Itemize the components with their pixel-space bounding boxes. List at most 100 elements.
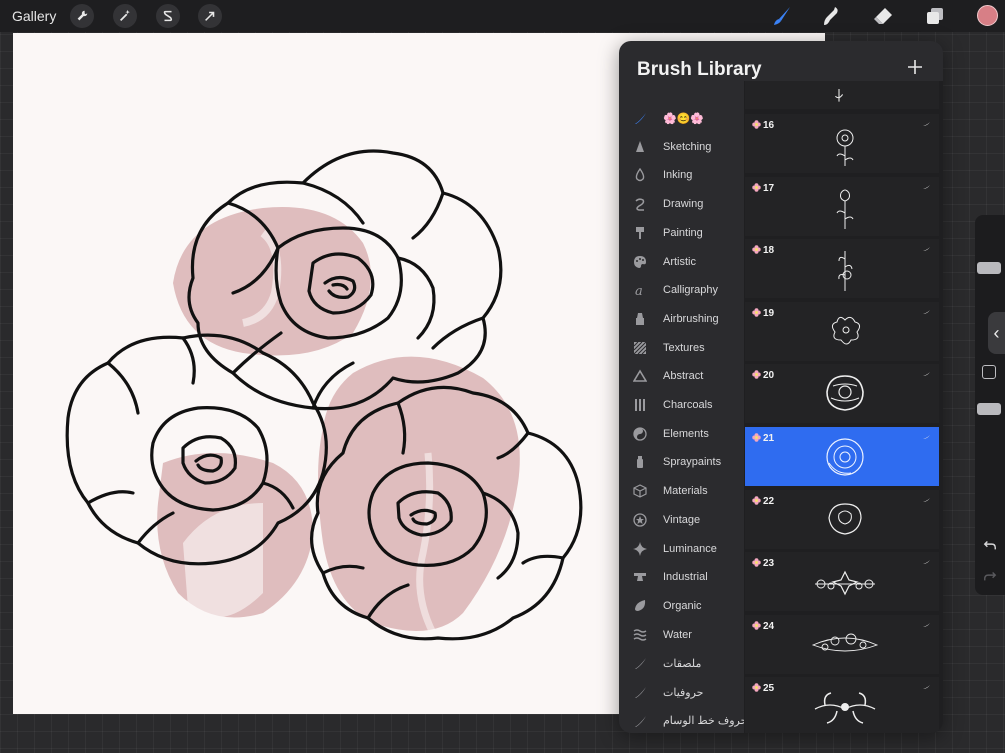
brush-number: 16 bbox=[763, 120, 775, 131]
yin-yang-icon bbox=[633, 427, 647, 441]
brush-stroke-icon bbox=[633, 656, 647, 670]
flower-emoji-icon bbox=[752, 308, 761, 317]
add-brush-icon[interactable] bbox=[905, 57, 925, 77]
category-spraypaints[interactable]: Spraypaints bbox=[619, 449, 744, 475]
brush-number: 21 bbox=[763, 433, 775, 444]
brush-name: 20 bbox=[752, 370, 774, 381]
category-charcoals[interactable]: Charcoals bbox=[619, 392, 744, 418]
brush-name: 21 bbox=[752, 433, 774, 444]
brush-list: 16 17 18 19 20 21 22 23 24 25 bbox=[744, 81, 943, 733]
category-water[interactable]: Water bbox=[619, 622, 744, 648]
brush-number: 23 bbox=[763, 558, 775, 570]
brush-item-25[interactable]: 25 bbox=[745, 677, 939, 733]
brush-number: 22 bbox=[763, 495, 775, 507]
brush-item-18[interactable]: 18 bbox=[745, 239, 939, 299]
layers-icon[interactable] bbox=[924, 5, 946, 27]
brush-stroke-preview bbox=[836, 189, 854, 229]
brush-item-24[interactable]: 24 bbox=[745, 614, 939, 674]
brush-item-partial[interactable] bbox=[745, 81, 939, 109]
brush-stroke-preview bbox=[826, 438, 864, 476]
cube-icon bbox=[633, 484, 647, 498]
brush-stroke-icon bbox=[633, 685, 647, 699]
category-vintage[interactable]: Vintage bbox=[619, 507, 744, 533]
wrench-icon[interactable] bbox=[70, 4, 94, 28]
category-label: 🌸😊🌸 bbox=[663, 112, 705, 125]
brush-size-slider[interactable] bbox=[977, 262, 1001, 274]
texture-icon bbox=[633, 341, 647, 355]
brush-stroke-preview bbox=[831, 316, 861, 345]
top-toolbar: Gallery bbox=[0, 0, 1005, 32]
brush-item-19[interactable]: 19 bbox=[745, 301, 939, 361]
category-organic[interactable]: Organic bbox=[619, 593, 744, 619]
smudge-icon[interactable] bbox=[820, 5, 842, 27]
selection-s-icon[interactable] bbox=[156, 4, 180, 28]
brush-name: 22 bbox=[752, 496, 774, 507]
category-luminance[interactable]: Luminance bbox=[619, 536, 744, 562]
sidebar-collapse-tab[interactable]: ‹ bbox=[988, 312, 1005, 354]
brush-stroke-preview bbox=[828, 502, 862, 535]
category-inking[interactable]: Inking bbox=[619, 162, 744, 188]
brush-item-20[interactable]: 20 bbox=[745, 364, 939, 424]
brush-name: 16 bbox=[752, 120, 774, 131]
color-swatch-button[interactable] bbox=[977, 5, 998, 26]
category-حروفيات[interactable]: حروفيات bbox=[619, 679, 744, 705]
category-حروف-خط-الوسام[interactable]: حروف خط الوسام bbox=[619, 708, 748, 733]
flower-emoji-icon bbox=[752, 120, 761, 129]
category-textures[interactable]: Textures bbox=[619, 335, 744, 361]
brush-item-17[interactable]: 17 bbox=[745, 176, 939, 236]
category-ملصقات[interactable]: ملصقات bbox=[619, 650, 744, 676]
redo-icon[interactable] bbox=[982, 568, 998, 584]
svg-text:a: a bbox=[635, 284, 643, 297]
brush-icon[interactable] bbox=[771, 5, 793, 27]
magic-wand-icon[interactable] bbox=[113, 4, 137, 28]
brush-number: 19 bbox=[763, 307, 775, 319]
spray-can-icon bbox=[633, 455, 647, 469]
category-label: Luminance bbox=[663, 542, 717, 555]
category-label: Materials bbox=[663, 485, 708, 498]
flower-emoji-icon bbox=[752, 245, 761, 254]
category-label: حروف خط الوسام bbox=[663, 715, 748, 728]
category-abstract[interactable]: Abstract bbox=[619, 363, 744, 389]
category-painting[interactable]: Painting bbox=[619, 220, 744, 246]
brush-name: 24 bbox=[752, 621, 774, 632]
brush-item-23[interactable]: 23 bbox=[745, 552, 939, 612]
flower-emoji-icon bbox=[752, 495, 761, 505]
category-label: Artistic bbox=[663, 255, 696, 268]
category-elements[interactable]: Elements bbox=[619, 421, 744, 447]
brush-item-16[interactable]: 16 bbox=[745, 114, 939, 173]
brush-source-icon bbox=[923, 622, 930, 627]
brush-stroke-icon bbox=[633, 714, 647, 728]
brush-source-icon bbox=[923, 497, 930, 502]
gallery-button[interactable]: Gallery bbox=[12, 8, 56, 24]
category-label: Elements bbox=[663, 427, 709, 440]
category-sketching[interactable]: Sketching bbox=[619, 134, 744, 160]
brush-number: 24 bbox=[763, 620, 775, 632]
brush-item-22[interactable]: 22 bbox=[745, 489, 939, 549]
category-drawing[interactable]: Drawing bbox=[619, 191, 744, 217]
category-🌸😊🌸[interactable]: 🌸😊🌸 bbox=[619, 105, 744, 131]
sparkle-icon bbox=[633, 541, 647, 556]
transform-arrow-icon[interactable] bbox=[198, 4, 222, 28]
category-label: Spraypaints bbox=[663, 456, 722, 469]
waves-icon bbox=[633, 628, 647, 642]
category-label: Organic bbox=[663, 599, 702, 612]
category-industrial[interactable]: Industrial bbox=[619, 564, 744, 590]
category-materials[interactable]: Materials bbox=[619, 478, 744, 504]
category-label: Inking bbox=[663, 169, 693, 182]
category-artistic[interactable]: Artistic bbox=[619, 249, 744, 275]
brush-item-21[interactable]: 21 bbox=[745, 427, 939, 486]
flower-emoji-icon bbox=[752, 370, 761, 380]
airbrush-icon bbox=[633, 312, 647, 326]
brush-source-icon bbox=[923, 309, 930, 314]
category-calligraphy[interactable]: a Calligraphy bbox=[619, 277, 744, 303]
undo-icon[interactable] bbox=[982, 537, 998, 553]
brush-source-icon bbox=[923, 560, 930, 565]
eraser-icon[interactable] bbox=[872, 5, 894, 27]
category-label: ملصقات bbox=[663, 657, 702, 670]
brush-opacity-slider[interactable] bbox=[977, 403, 1001, 415]
modify-button[interactable] bbox=[982, 365, 996, 379]
category-airbrushing[interactable]: Airbrushing bbox=[619, 306, 744, 332]
brush-stroke-preview bbox=[815, 570, 875, 596]
brush-number: 25 bbox=[763, 683, 775, 695]
category-label: Water bbox=[663, 628, 692, 641]
